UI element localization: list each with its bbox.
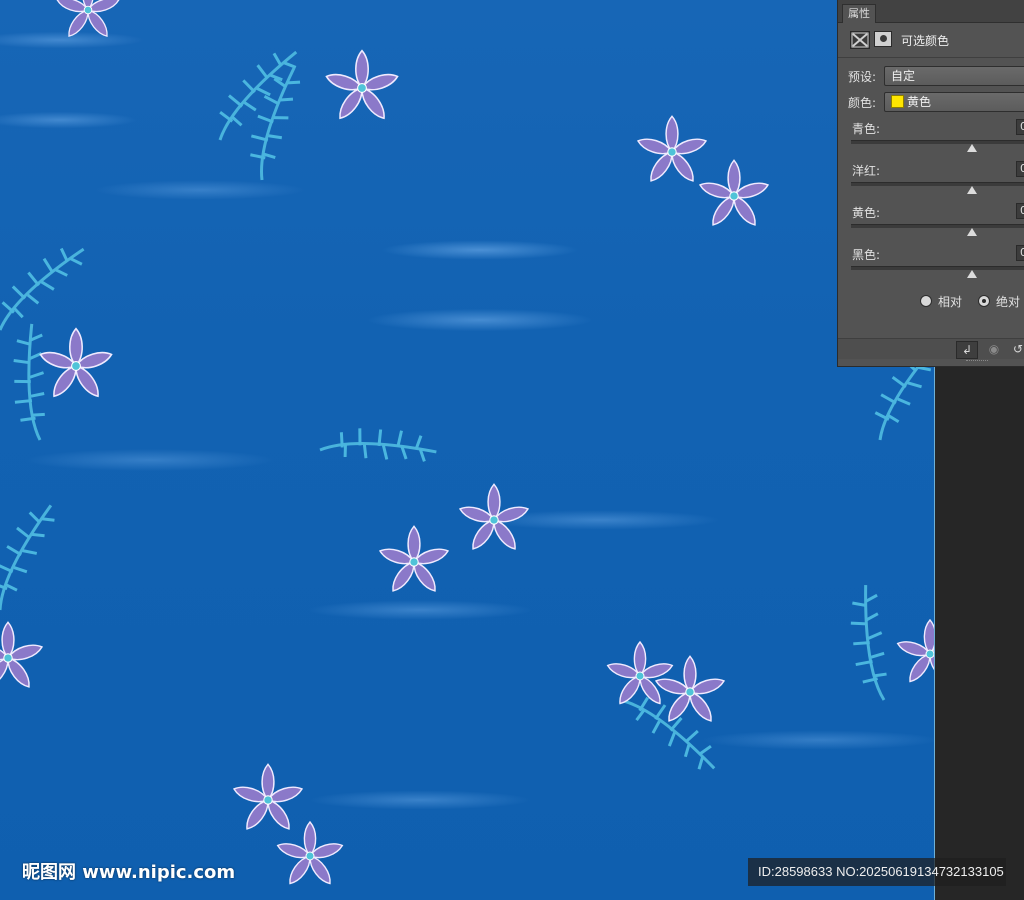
flower-8 <box>0 622 44 690</box>
colors-label: 颜色: <box>848 96 877 110</box>
radio-absolute[interactable] <box>978 295 990 307</box>
colors-row: 颜色: 黄色 <box>838 92 1024 112</box>
flower-7 <box>378 526 450 594</box>
preset-value: 自定 <box>891 69 916 83</box>
radio-relative-label: 相对 <box>938 295 963 309</box>
view-previous-icon[interactable]: ◉ <box>984 341 1004 357</box>
preset-row: 预设: 自定 <box>838 66 1024 86</box>
panel-title: 可选颜色 <box>901 34 950 48</box>
slider-label-black: 黑色: <box>852 248 881 262</box>
slider-thumb-cyan[interactable] <box>967 144 977 152</box>
leaf-3 <box>0 238 102 332</box>
radio-absolute-label: 绝对 <box>996 295 1021 309</box>
leaf-1 <box>194 41 317 142</box>
document-canvas[interactable] <box>0 0 934 900</box>
flower-13 <box>896 620 934 685</box>
slider-value-yellow[interactable]: 0 <box>1016 203 1024 219</box>
leaf-5 <box>318 403 442 490</box>
slider-label-cyan: 青色: <box>852 122 881 136</box>
preset-label: 预设: <box>848 70 877 84</box>
colors-dropdown[interactable]: 黄色 <box>884 92 1024 112</box>
flower-2 <box>325 51 400 122</box>
slider-thumb-magenta[interactable] <box>967 186 977 194</box>
tab-properties[interactable]: 属性 <box>842 4 876 23</box>
slider-thumb-yellow[interactable] <box>967 228 977 236</box>
flower-1 <box>56 0 121 39</box>
preset-dropdown[interactable]: 自定 <box>884 66 1024 86</box>
panel-tabbar: 属性 <box>838 0 1024 23</box>
slider-thumb-black[interactable] <box>967 270 977 278</box>
radio-relative[interactable] <box>920 295 932 307</box>
watermark-site: 昵图网 www.nipic.com <box>22 862 236 883</box>
slider-track-magenta[interactable] <box>851 182 1024 186</box>
yellow-swatch-icon <box>891 95 904 108</box>
leaf-9 <box>835 581 905 702</box>
flower-11 <box>232 764 304 832</box>
flower-12 <box>276 822 344 887</box>
watermark-id: ID:28598633 NO:20250619134732133105 <box>748 858 1006 886</box>
slider-label-magenta: 洋红: <box>852 164 881 178</box>
flower-9 <box>606 642 674 707</box>
slider-value-black[interactable]: 0 <box>1016 245 1024 261</box>
colors-value: 黄色 <box>907 95 932 109</box>
slider-label-yellow: 黄色: <box>852 206 881 220</box>
slider-value-cyan[interactable]: 0 <box>1016 119 1024 135</box>
flower-3 <box>636 116 708 184</box>
method-radio-group: 相对 绝对 <box>838 292 1024 310</box>
clip-to-layer-icon[interactable]: ↲ <box>956 341 978 359</box>
panel-footer: ↲ ◉ ↺ <box>838 338 1024 359</box>
slider-track-cyan[interactable] <box>851 140 1024 144</box>
adjustment-layer-icon[interactable] <box>850 31 870 49</box>
slider-value-magenta[interactable]: 0 <box>1016 161 1024 177</box>
flower-4 <box>698 160 770 228</box>
panel-header: 可选颜色 <box>838 23 1024 58</box>
flower-5 <box>39 329 114 400</box>
floral-pattern-artwork <box>0 0 934 900</box>
layer-mask-icon[interactable] <box>874 31 892 47</box>
reset-icon[interactable]: ↺ <box>1008 341 1024 357</box>
flower-6 <box>458 484 530 552</box>
leaf-6 <box>0 496 80 612</box>
slider-track-black[interactable] <box>851 266 1024 270</box>
panel-resize-grip[interactable] <box>966 360 988 364</box>
slider-track-yellow[interactable] <box>851 224 1024 228</box>
properties-panel: 属性 可选颜色 预设: 自定 颜色: 黄色 青色: 0 洋红: 0 黄色: 0 <box>837 0 1024 367</box>
